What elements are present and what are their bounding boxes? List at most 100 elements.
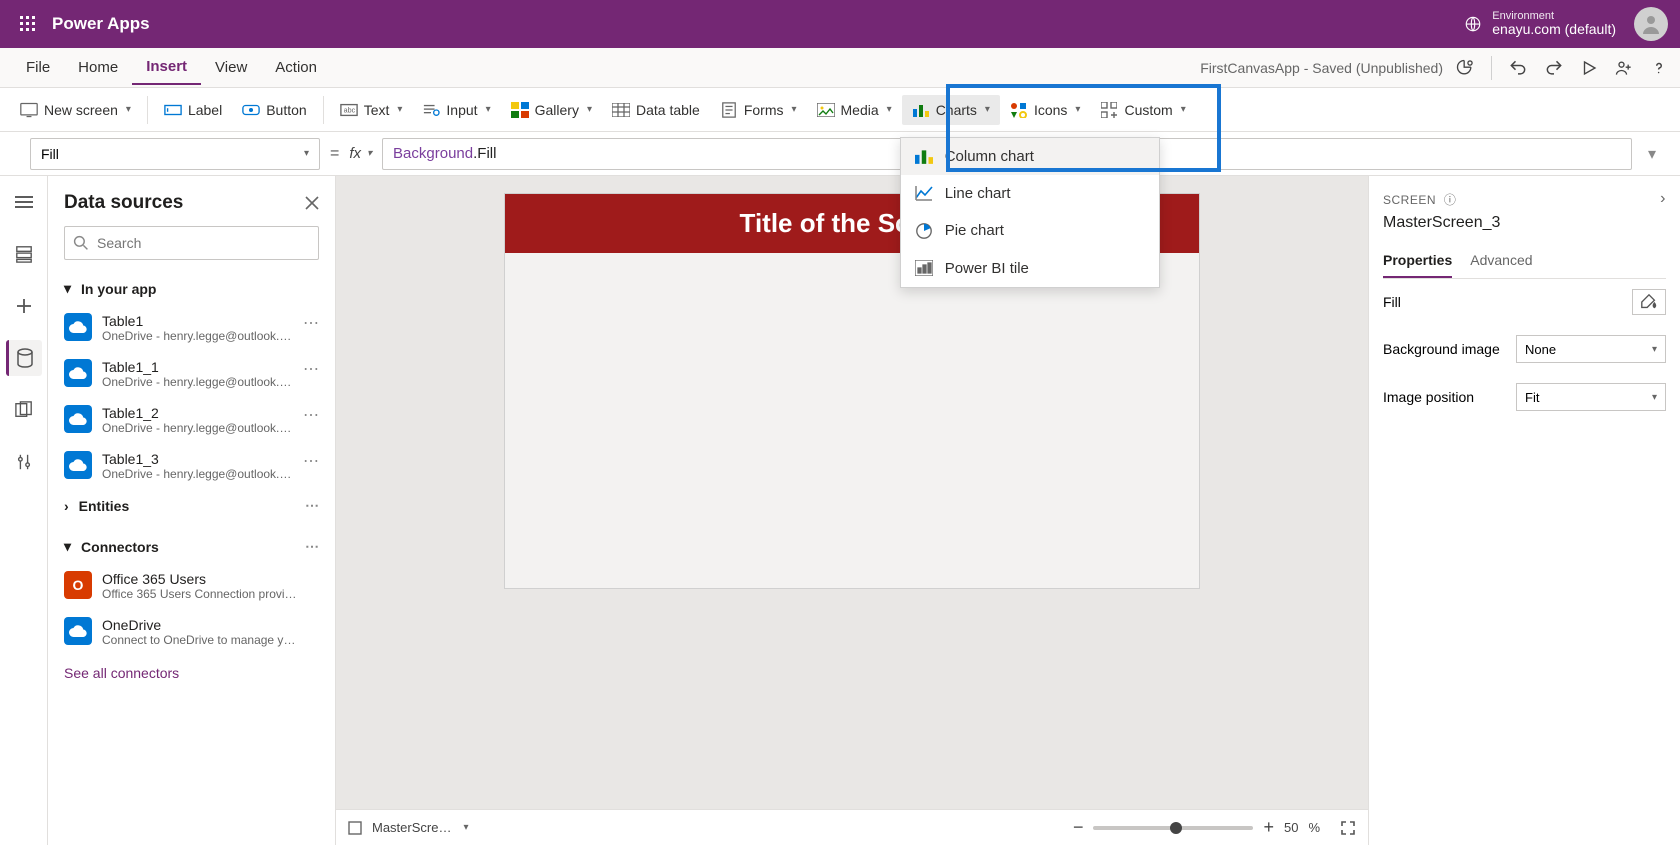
save-status: FirstCanvasApp - Saved (Unpublished) (1200, 60, 1443, 76)
group-in-your-app[interactable]: ▾ In your app (58, 272, 325, 305)
info-icon[interactable]: ⓘ (1444, 193, 1457, 207)
footer-screen-name[interactable]: MasterScre… (372, 820, 451, 835)
more-icon[interactable]: ⋯ (303, 313, 319, 333)
rail-tree-icon[interactable] (6, 236, 42, 272)
new-screen-button[interactable]: New screen ▾ (10, 95, 141, 125)
chevron-down-icon: ▾ (1075, 104, 1080, 115)
table-row[interactable]: Table1_3OneDrive - henry.legge@outlook.c… (58, 443, 325, 489)
canvas-area: Title of the Screen MasterScre… ▾ − + 50… (336, 176, 1368, 845)
text-label: Text (364, 102, 390, 118)
expand-formula-icon[interactable]: ▾ (1642, 144, 1662, 164)
more-icon[interactable]: ⋯ (303, 359, 319, 379)
input-button[interactable]: Input ▾ (412, 95, 500, 125)
media-icon (817, 101, 835, 119)
onedrive-icon (64, 405, 92, 433)
checkbox-icon[interactable] (348, 821, 362, 835)
connector-sub: Connect to OneDrive to manage your files… (102, 633, 302, 647)
data-table-label: Data table (636, 102, 700, 118)
chart-option-line[interactable]: Line chart (901, 175, 1159, 212)
more-icon[interactable]: ⋯ (305, 538, 319, 555)
search-input[interactable] (97, 235, 310, 251)
table-row[interactable]: Table1_2OneDrive - henry.legge@outlook.c… (58, 397, 325, 443)
chevron-down-icon: ▾ (587, 104, 592, 115)
chart-option-powerbi[interactable]: Power BI tile (901, 250, 1159, 287)
insert-ribbon: New screen ▾ Label Button abc Text ▾ Inp… (0, 88, 1680, 132)
more-icon[interactable]: ⋯ (305, 497, 319, 514)
tab-properties[interactable]: Properties (1383, 244, 1452, 278)
chevron-down-icon: ▾ (985, 104, 990, 115)
zoom-out-icon[interactable]: − (1073, 817, 1084, 838)
tab-insert[interactable]: Insert (132, 50, 201, 85)
table-row[interactable]: Table1OneDrive - henry.legge@outlook.com… (58, 305, 325, 351)
data-table-button[interactable]: Data table (602, 95, 710, 125)
tab-view[interactable]: View (201, 51, 261, 84)
chevron-down-icon: ▾ (64, 538, 71, 555)
chart-option-column[interactable]: Column chart (901, 138, 1159, 175)
onedrive-icon (64, 451, 92, 479)
table-sub: OneDrive - henry.legge@outlook.com (102, 375, 293, 389)
rail-advanced-icon[interactable] (6, 444, 42, 480)
user-avatar[interactable] (1634, 7, 1668, 41)
gallery-button[interactable]: Gallery ▾ (501, 95, 602, 125)
group-entities[interactable]: › Entities ⋯ (58, 489, 325, 522)
fill-color-swatch[interactable] (1632, 289, 1666, 315)
app-checker-icon[interactable] (1455, 58, 1475, 78)
redo-icon[interactable] (1544, 58, 1564, 78)
help-icon[interactable] (1650, 59, 1668, 77)
tab-advanced[interactable]: Advanced (1470, 244, 1532, 278)
image-position-select[interactable]: Fit ▾ (1516, 383, 1666, 411)
waffle-icon[interactable] (12, 8, 44, 40)
zoom-in-icon[interactable]: + (1263, 817, 1274, 838)
more-icon[interactable]: ⋯ (303, 405, 319, 425)
tab-file[interactable]: File (12, 51, 64, 84)
data-sources-search[interactable] (64, 226, 319, 260)
chevron-right-icon[interactable]: › (1660, 190, 1666, 208)
zoom-slider[interactable] (1093, 826, 1253, 830)
play-icon[interactable] (1580, 59, 1598, 77)
tab-home[interactable]: Home (64, 51, 132, 84)
group-connectors[interactable]: ▾ Connectors ⋯ (58, 530, 325, 563)
text-button[interactable]: abc Text ▾ (330, 95, 413, 125)
fit-screen-icon[interactable] (1340, 820, 1356, 836)
property-selector[interactable]: Fill ▾ (30, 138, 320, 170)
label-button[interactable]: Label (154, 95, 232, 125)
chevron-down-icon: ▾ (791, 104, 796, 115)
forms-label: Forms (744, 102, 784, 118)
icons-button[interactable]: Icons ▾ (1000, 95, 1091, 125)
label-label: Label (188, 102, 222, 118)
column-chart-icon (915, 148, 933, 164)
menu-bar: File Home Insert View Action FirstCanvas… (0, 48, 1680, 88)
forms-button[interactable]: Forms ▾ (710, 95, 807, 125)
custom-button[interactable]: Custom ▾ (1090, 95, 1195, 125)
more-icon[interactable]: ⋯ (303, 451, 319, 471)
environment-value: enayu.com (default) (1492, 22, 1616, 37)
panel-header: SCREEN (1383, 193, 1436, 207)
table-row[interactable]: Table1_1OneDrive - henry.legge@outlook.c… (58, 351, 325, 397)
connector-row[interactable]: O Office 365 UsersOffice 365 Users Conne… (58, 563, 325, 609)
connector-row[interactable]: OneDriveConnect to OneDrive to manage yo… (58, 609, 325, 655)
prop-image-pos-label: Image position (1383, 389, 1474, 405)
chart-option-pie[interactable]: Pie chart (901, 212, 1159, 250)
formula-token: .Fill (473, 145, 496, 162)
environment-selector[interactable]: Environment enayu.com (default) (1464, 10, 1616, 37)
see-all-connectors-link[interactable]: See all connectors (58, 655, 325, 691)
onedrive-icon (64, 617, 92, 645)
tab-action[interactable]: Action (261, 51, 331, 84)
rail-data-icon[interactable] (6, 340, 42, 376)
rail-hamburger-icon[interactable] (6, 184, 42, 220)
undo-icon[interactable] (1508, 58, 1528, 78)
button-button[interactable]: Button (232, 95, 316, 125)
charts-button[interactable]: Charts ▾ Column chart Line chart Pie cha… (902, 95, 1000, 125)
rail-media-icon[interactable] (6, 392, 42, 428)
close-icon[interactable] (305, 196, 319, 210)
bg-image-select[interactable]: None ▾ (1516, 335, 1666, 363)
rail-add-icon[interactable] (6, 288, 42, 324)
chevron-down-icon[interactable]: ▾ (463, 822, 468, 833)
chevron-down-icon: ▾ (64, 280, 71, 297)
share-icon[interactable] (1614, 58, 1634, 78)
prop-fill-label: Fill (1383, 294, 1401, 310)
media-button[interactable]: Media ▾ (807, 95, 902, 125)
fx-label[interactable]: fx▾ (349, 145, 372, 162)
powerbi-icon (915, 260, 933, 276)
chevron-down-icon: ▾ (1652, 392, 1657, 403)
